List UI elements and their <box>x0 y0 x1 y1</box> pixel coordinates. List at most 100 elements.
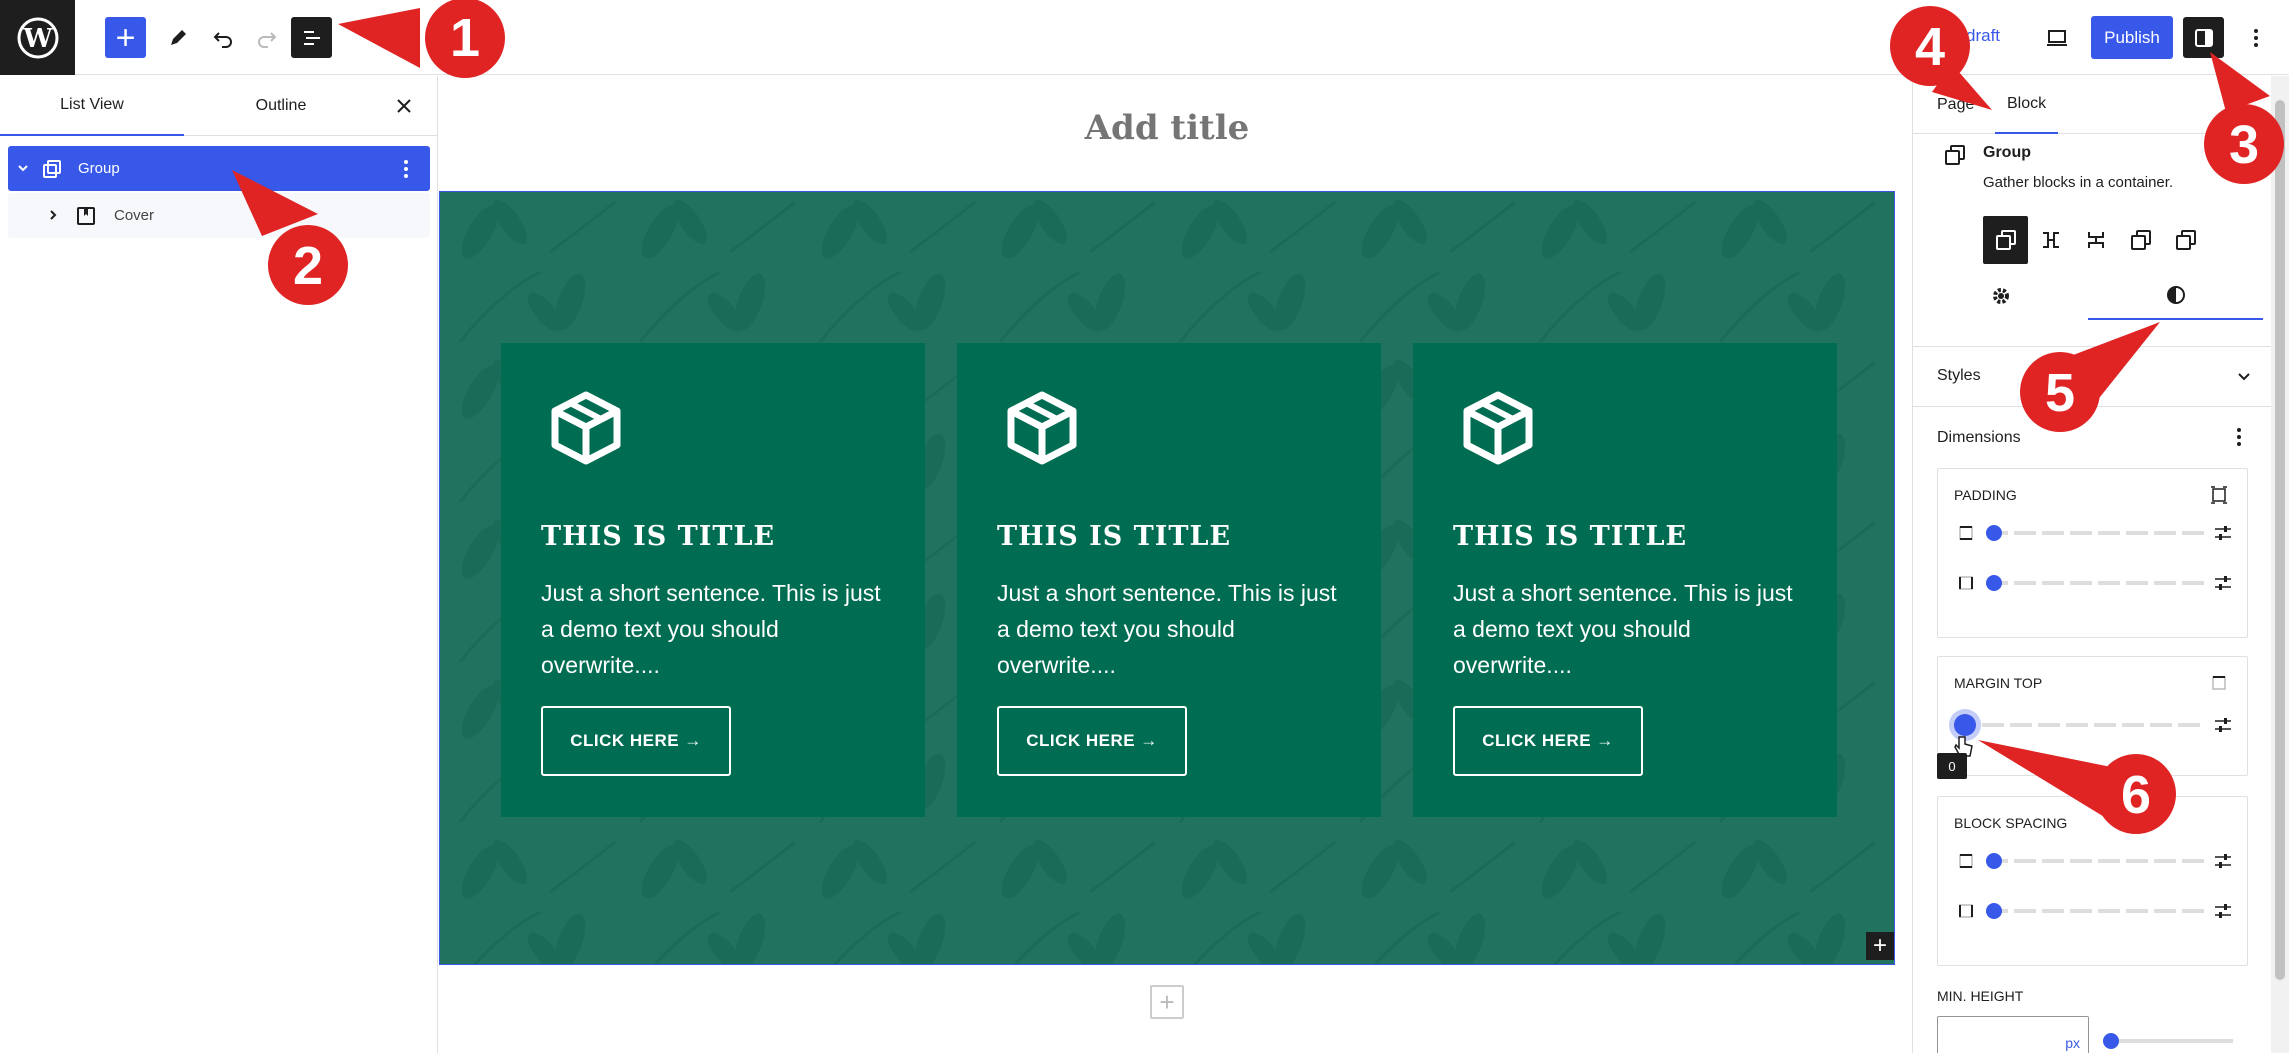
min-height-label: MIN. HEIGHT <box>1937 988 2024 1004</box>
sidebar-tabs: Page Block <box>1913 76 2272 134</box>
tools-pencil-icon[interactable] <box>157 17 198 58</box>
margin-top-control: MARGIN TOP <box>1937 656 2248 776</box>
card-text: Just a short sentence. This is just a de… <box>997 580 1337 678</box>
list-item-label: Cover <box>114 207 155 224</box>
list-item-group[interactable]: Group <box>8 146 430 191</box>
custom-values-icon[interactable] <box>2211 849 2235 873</box>
variation-other-icon[interactable] <box>2163 216 2208 264</box>
block-options-icon[interactable] <box>394 157 418 181</box>
click-here-button[interactable]: CLICK HERE → <box>1453 706 1643 776</box>
block-card-description: Gather blocks in a container. <box>1983 174 2174 191</box>
padding-horizontal-slider[interactable] <box>1954 571 2235 595</box>
group-icon <box>1945 145 1965 165</box>
variation-stack-icon[interactable] <box>2073 216 2118 264</box>
block-spacing-vertical-slider[interactable] <box>1954 849 2235 873</box>
feature-card[interactable]: THIS IS TITLE Just a short sentence. Thi… <box>501 343 925 817</box>
block-card-title: Group <box>1983 144 2031 161</box>
padding-vertical-slider[interactable] <box>1954 521 2235 545</box>
box-icon <box>1463 391 1533 465</box>
custom-values-icon[interactable] <box>2211 899 2235 923</box>
more-options-icon[interactable] <box>2235 17 2276 58</box>
slider-track[interactable] <box>2103 1039 2233 1043</box>
padding-control: PADDING <box>1937 468 2248 638</box>
settings-sidebar-icon[interactable] <box>2183 17 2224 58</box>
tab-outline[interactable]: Outline <box>184 76 378 136</box>
feature-card[interactable]: THIS IS TITLE Just a short sentence. Thi… <box>1413 343 1837 817</box>
min-height-input[interactable]: px <box>1937 1016 2089 1053</box>
margin-link-icon[interactable] <box>2207 671 2231 695</box>
list-view-panel: List View Outline Group Cover <box>0 76 438 1053</box>
slider-track[interactable] <box>1986 531 2204 535</box>
custom-values-icon[interactable] <box>2211 713 2235 737</box>
block-spacing-label: BLOCK SPACING <box>1954 815 2068 831</box>
card-text: Just a short sentence. This is just a de… <box>541 580 881 678</box>
variation-row-icon[interactable] <box>2028 216 2073 264</box>
unit-select[interactable]: px <box>2065 1035 2080 1051</box>
sidebar-scrollbar-thumb[interactable] <box>2275 100 2285 980</box>
cover-inserter-plus-icon[interactable]: + <box>1866 932 1894 960</box>
slider-thumb[interactable] <box>2103 1033 2119 1049</box>
block-inspector-tabs <box>1913 272 2272 320</box>
list-item-cover[interactable]: Cover <box>8 193 430 238</box>
close-icon[interactable] <box>388 90 420 122</box>
save-draft-button[interactable]: draft <box>1966 26 2000 46</box>
card-title: THIS IS TITLE <box>541 521 776 552</box>
slider-thumb[interactable] <box>1954 714 1976 736</box>
block-spacing-horizontal-slider[interactable] <box>1954 899 2235 923</box>
block-inserter-button[interactable]: + <box>105 17 146 58</box>
margin-top-slider[interactable] <box>1954 713 2235 737</box>
cover-block[interactable]: THIS IS TITLE Just a short sentence. Thi… <box>439 191 1895 965</box>
slider-track[interactable] <box>1986 909 2204 913</box>
tab-settings-gear-icon[interactable] <box>1913 272 2088 320</box>
slider-value-tooltip: 0 <box>1937 753 1967 779</box>
styles-section-title: Styles <box>1937 367 1981 384</box>
group-icon <box>40 157 64 181</box>
click-here-button[interactable]: CLICK HERE → <box>997 706 1187 776</box>
padding-link-icon[interactable] <box>2207 483 2231 507</box>
custom-values-icon[interactable] <box>2211 521 2235 545</box>
preview-icon[interactable] <box>2036 17 2077 58</box>
slider-thumb[interactable] <box>1986 853 2002 869</box>
slider-track[interactable] <box>1986 581 2204 585</box>
dimensions-options-icon[interactable] <box>2227 425 2251 449</box>
slider-thumb[interactable] <box>1986 575 2002 591</box>
slider-track[interactable] <box>1954 723 2204 727</box>
list-view-tabs: List View Outline <box>0 76 437 136</box>
block-variations <box>1983 216 2208 264</box>
styles-section[interactable]: Styles <box>1913 346 2272 404</box>
slider-thumb[interactable] <box>1986 903 2002 919</box>
settings-sidebar: Page Block Group Gather blocks in a cont… <box>1912 76 2272 1053</box>
side-horizontal-icon <box>1954 571 1978 595</box>
side-vertical-icon <box>1954 849 1978 873</box>
tab-styles-contrast-icon[interactable] <box>2088 272 2263 320</box>
slider-track[interactable] <box>1986 859 2204 863</box>
click-here-button[interactable]: CLICK HERE → <box>541 706 731 776</box>
min-height-slider[interactable] <box>2103 1029 2233 1053</box>
card-title: THIS IS TITLE <box>1453 521 1688 552</box>
variation-group-icon[interactable] <box>1983 216 2028 264</box>
document-overview-icon[interactable] <box>291 17 332 58</box>
undo-icon[interactable] <box>202 17 243 58</box>
dimensions-section-title: Dimensions <box>1937 429 2021 446</box>
post-title-input[interactable]: Add title <box>439 108 1895 148</box>
svg-text:W: W <box>22 24 53 54</box>
card-title: THIS IS TITLE <box>997 521 1232 552</box>
tab-list-view[interactable]: List View <box>0 76 184 136</box>
custom-values-icon[interactable] <box>2211 571 2235 595</box>
chevron-down-icon[interactable] <box>14 159 32 177</box>
chevron-right-icon[interactable] <box>44 206 62 224</box>
block-spacing-control: BLOCK SPACING <box>1937 796 2248 966</box>
margin-top-label: MARGIN TOP <box>1954 675 2043 691</box>
chevron-down-icon[interactable] <box>2232 364 2256 388</box>
variation-grid-icon[interactable] <box>2118 216 2163 264</box>
tab-block[interactable]: Block <box>1995 76 2059 134</box>
publish-button[interactable]: Publish <box>2091 16 2173 59</box>
tab-page[interactable]: Page <box>1937 76 1974 134</box>
feature-card[interactable]: THIS IS TITLE Just a short sentence. Thi… <box>957 343 1381 817</box>
side-vertical-icon <box>1954 521 1978 545</box>
block-appender-plus-icon[interactable]: + <box>1150 985 1184 1019</box>
slider-thumb[interactable] <box>1986 525 2002 541</box>
padding-label: PADDING <box>1954 487 2017 503</box>
redo-icon[interactable] <box>246 17 287 58</box>
wordpress-logo-icon[interactable]: W <box>0 0 75 75</box>
